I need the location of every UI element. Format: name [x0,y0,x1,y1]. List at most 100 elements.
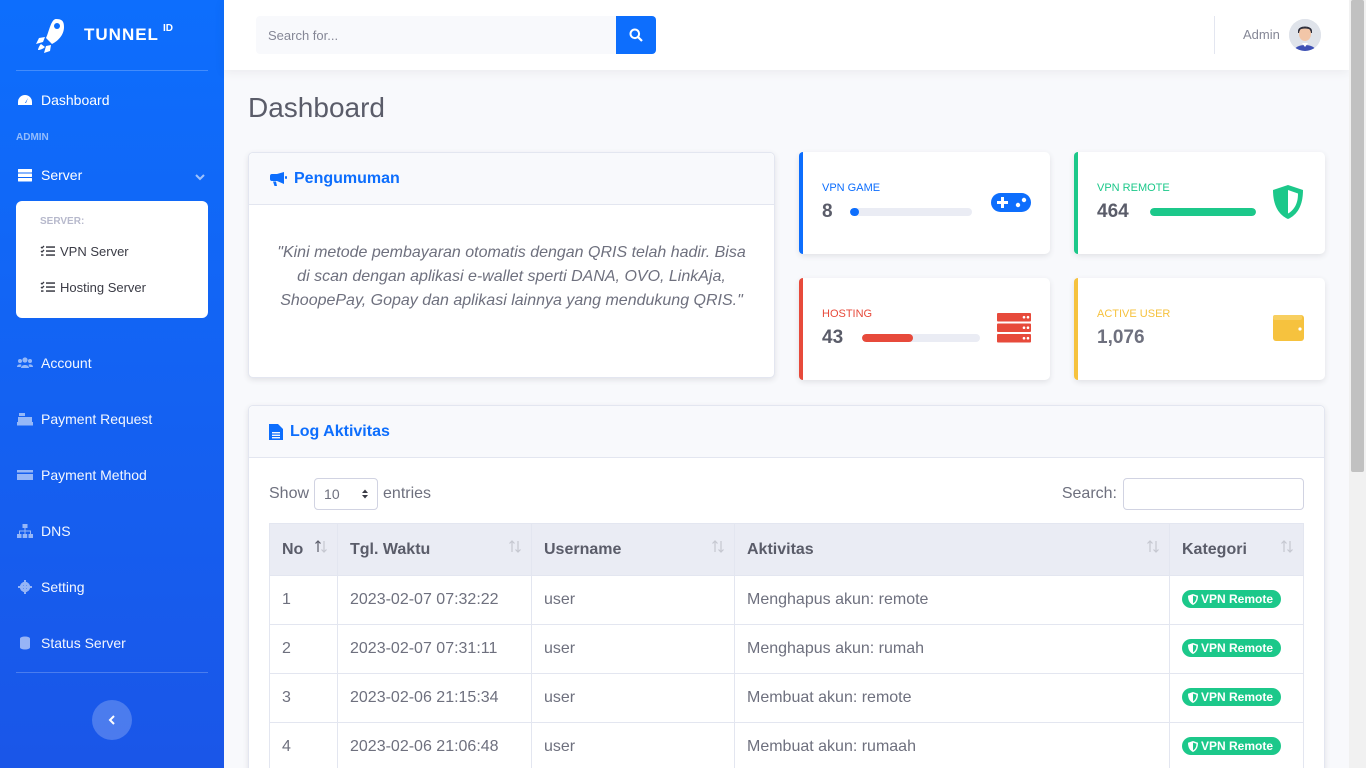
stat-accent [799,278,803,380]
sidebar-item-payment-request[interactable]: Payment Request [0,391,224,447]
sidebar-item-server[interactable]: Server [0,149,224,201]
brand-superscript: ID [162,22,173,34]
sort-icon [315,540,327,553]
avatar[interactable] [1289,19,1321,51]
rocket-icon [36,19,64,53]
page-title: Dashboard [248,92,385,123]
submenu-item-label: VPN Server [60,243,129,259]
announcement-text: "Kini metode pembayaran otomatis dengan … [277,244,746,309]
sidebar-item-label: Setting [41,579,85,595]
sidebar-divider [16,672,208,673]
table-row: 1 2023-02-07 07:32:22 user Menghapus aku… [269,575,1304,625]
column-header-no[interactable]: No [269,523,338,576]
column-label: Kategori [1182,540,1247,558]
search-icon [629,28,643,42]
search-input[interactable] [256,16,616,54]
show-label: Show [269,485,310,502]
list-check-icon [40,281,55,292]
topbar: Admin [224,0,1349,70]
stat-value: 43 [822,327,844,348]
sidebar-item-label: Status Server [41,635,126,651]
sidebar-item-dns[interactable]: DNS [0,503,224,559]
badge-label: VPN Remote [1201,641,1274,656]
cell-category: VPN Remote [1169,673,1304,723]
badge-label: VPN Remote [1201,592,1274,607]
cell-username: user [531,624,735,674]
sidebar-item-account[interactable]: Account [0,335,224,391]
cell-username: user [531,673,735,723]
credit-card-icon [16,468,34,482]
select-arrows-icon [362,489,369,499]
topbar-search [256,16,656,54]
sidebar-item-setting[interactable]: Setting [0,559,224,615]
table-header-row: No Tgl. Waktu Username Aktivitas Kategor… [269,523,1304,576]
sidebar-item-label: Dashboard [41,92,110,108]
column-header-activity[interactable]: Aktivitas [734,523,1170,576]
cell-activity: Membuat akun: remote [734,673,1170,723]
table-search-input[interactable] [1123,478,1304,510]
sort-icon [1281,540,1293,553]
stat-progress [850,208,972,216]
progress-fill [862,334,913,342]
stat-card-vpn-game: VPN GAME 8 [799,152,1050,254]
submenu-item-hosting-server[interactable]: Hosting Server [16,269,208,305]
sidebar-toggle-button[interactable] [92,700,132,740]
stat-card-vpn-remote: VPN REMOTE 464 [1074,152,1325,254]
sort-icon [712,540,724,553]
sidebar-item-status-server[interactable]: Status Server [0,615,224,671]
column-header-time[interactable]: Tgl. Waktu [337,523,532,576]
sidebar-item-dashboard[interactable]: Dashboard [0,71,224,129]
scroll-thumb[interactable] [1351,0,1364,472]
entries-length-control: Show 10 entries [269,478,431,510]
submenu-item-vpn-server[interactable]: VPN Server [16,233,208,269]
chevron-down-icon [195,174,205,181]
category-badge: VPN Remote [1182,737,1282,756]
column-label: No [282,540,304,558]
stat-label: ACTIVE USER [1097,308,1171,320]
chevron-left-icon [108,715,115,725]
cell-category: VPN Remote [1169,575,1304,625]
cash-register-icon [16,412,34,426]
stat-label: VPN REMOTE [1097,182,1170,194]
server-icon [997,313,1031,343]
column-label: Username [544,540,622,558]
shield-icon [1188,691,1198,703]
category-badge: VPN Remote [1182,590,1282,609]
shield-icon [1188,740,1198,752]
database-icon [16,636,34,650]
sidebar-item-label: Payment Request [41,411,153,427]
sitemap-icon [16,524,34,538]
gear-icon [16,580,34,594]
file-alt-icon [269,423,283,440]
progress-fill [850,208,859,216]
column-label: Aktivitas [747,540,814,558]
entries-select[interactable]: 10 [314,478,379,510]
user-name[interactable]: Admin [1243,27,1280,42]
shield-icon [1188,593,1198,605]
cell-no: 3 [269,673,338,723]
stat-progress [1150,208,1256,216]
cell-no: 2 [269,624,338,674]
activity-log-table: No Tgl. Waktu Username Aktivitas Kategor… [269,523,1304,768]
entries-select-value: 10 [324,486,340,502]
activity-log-title: Log Aktivitas [290,422,390,440]
brand-name: TUNNEL [84,25,159,44]
column-header-category[interactable]: Kategori [1169,523,1304,576]
submenu-item-label: Hosting Server [60,279,146,295]
tachometer-icon [16,93,34,107]
sidebar-item-payment-method[interactable]: Payment Method [0,447,224,503]
column-header-username[interactable]: Username [531,523,735,576]
submenu-heading: SERVER: [40,216,85,227]
stat-value: 1,076 [1097,327,1145,348]
stat-accent [799,152,803,254]
table-row: 3 2023-02-06 21:15:34 user Membuat akun:… [269,673,1304,723]
topbar-divider [1214,16,1215,54]
brand[interactable]: TUNNEL ID [0,0,224,70]
gamepad-icon [991,193,1031,212]
category-badge: VPN Remote [1182,639,1282,658]
page-scrollbar[interactable] [1349,0,1366,768]
shield-icon [1273,185,1303,219]
cell-time: 2023-02-06 21:06:48 [337,722,532,768]
search-button[interactable] [616,16,656,54]
announcement-header: Pengumuman [249,153,774,205]
